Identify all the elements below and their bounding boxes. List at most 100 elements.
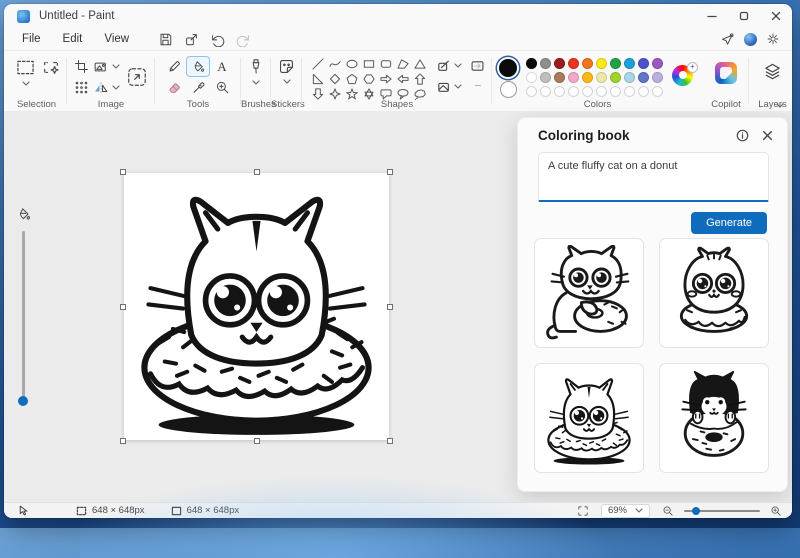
color-swatch[interactable] <box>554 72 565 83</box>
empty-color-slot[interactable] <box>638 86 649 97</box>
canvas[interactable] <box>120 169 393 444</box>
shape-diamond[interactable] <box>329 73 341 85</box>
zoom-slider[interactable] <box>684 506 760 515</box>
stickers-chevron[interactable] <box>282 79 291 84</box>
color-swatch[interactable] <box>582 72 593 83</box>
empty-color-slot[interactable] <box>652 86 663 97</box>
shape-pentagon[interactable] <box>346 73 358 85</box>
resize-handle-sw[interactable] <box>120 438 126 444</box>
remove-background-icon[interactable] <box>42 59 60 76</box>
settings-gear-icon[interactable] <box>766 32 780 46</box>
pencil-tool-icon[interactable] <box>167 59 182 74</box>
crop-icon[interactable] <box>74 59 89 74</box>
color-swatch[interactable] <box>582 58 593 69</box>
empty-color-slot[interactable] <box>540 86 551 97</box>
color-swatch[interactable] <box>568 72 579 83</box>
shape-arrow-down[interactable] <box>312 87 324 100</box>
shape-rectangle[interactable] <box>363 58 375 70</box>
shape-four-point-star[interactable] <box>328 87 341 100</box>
resize-handle-w[interactable] <box>120 303 126 310</box>
zoom-slider-thumb[interactable] <box>692 506 700 515</box>
color-swatch[interactable] <box>540 58 551 69</box>
resize-handle-ne[interactable] <box>387 169 393 175</box>
shape-arrow-left[interactable] <box>396 73 409 85</box>
shape-rounded-callout[interactable] <box>379 88 392 100</box>
send-feedback-icon[interactable] <box>719 32 735 47</box>
minimize-button[interactable] <box>696 4 728 28</box>
flip-control[interactable] <box>93 81 120 95</box>
color-1-swatch[interactable] <box>499 59 517 77</box>
resize-handle-nw[interactable] <box>120 169 126 175</box>
color-swatch[interactable] <box>610 72 621 83</box>
ribbon-collapse-chevron[interactable] <box>776 103 784 108</box>
color-swatch[interactable] <box>638 58 649 69</box>
fit-to-window-icon[interactable] <box>577 505 589 517</box>
rotate-image-control[interactable] <box>93 60 120 74</box>
close-button[interactable] <box>760 4 792 28</box>
share-button[interactable] <box>178 32 204 47</box>
shapes-more-chevron[interactable] <box>474 83 482 88</box>
shape-outline-control[interactable] <box>437 59 462 72</box>
shape-fill-control[interactable] <box>437 80 462 93</box>
brushes-icon[interactable] <box>248 58 264 76</box>
color-swatch[interactable] <box>624 58 635 69</box>
menu-file[interactable]: File <box>13 31 50 47</box>
empty-color-slot[interactable] <box>582 86 593 97</box>
color-swatch[interactable] <box>526 58 537 69</box>
redo-button[interactable] <box>230 32 256 47</box>
menu-edit[interactable]: Edit <box>54 31 92 47</box>
save-button[interactable] <box>152 32 178 47</box>
color-swatch[interactable] <box>540 72 551 83</box>
edit-colors-wheel[interactable]: + <box>672 61 698 89</box>
shape-right-triangle[interactable] <box>312 73 324 85</box>
empty-color-slot[interactable] <box>624 86 635 97</box>
resize-handle-se[interactable] <box>387 438 393 444</box>
slider-thumb[interactable] <box>18 396 28 406</box>
color-swatch[interactable] <box>526 72 537 83</box>
undo-button[interactable] <box>204 32 230 47</box>
color-swatch[interactable] <box>638 72 649 83</box>
fill-tool-selected[interactable] <box>186 56 210 77</box>
canvas-resize-icon[interactable] <box>126 66 148 88</box>
color-swatch[interactable] <box>624 72 635 83</box>
generate-button[interactable]: Generate <box>691 212 767 234</box>
resize-skew-icon[interactable] <box>74 80 89 95</box>
shapes-flyout-icon[interactable] <box>470 59 485 73</box>
rectangle-select-icon[interactable] <box>16 59 35 76</box>
shape-rounded-rectangle[interactable] <box>380 58 392 70</box>
shape-arrow-right[interactable] <box>379 73 392 85</box>
shape-cloud-callout[interactable] <box>413 88 426 100</box>
maximize-button[interactable] <box>728 4 760 28</box>
shape-polygon[interactable] <box>396 58 409 70</box>
shape-line[interactable] <box>311 57 324 70</box>
copilot-button[interactable] <box>715 62 737 84</box>
eraser-tool-icon[interactable] <box>167 80 182 95</box>
empty-color-slot[interactable] <box>596 86 607 97</box>
panel-close-icon[interactable] <box>762 130 773 141</box>
thumbnail-black-cat-behind-donut[interactable] <box>659 363 769 473</box>
brushes-chevron[interactable] <box>252 80 260 85</box>
thumbnail-fluffy-cat-on-donut[interactable] <box>659 238 769 348</box>
color-swatch[interactable] <box>610 58 621 69</box>
empty-color-slot[interactable] <box>610 86 621 97</box>
color-swatch[interactable] <box>652 72 663 83</box>
info-icon[interactable] <box>736 129 749 142</box>
color-swatch[interactable] <box>652 58 663 69</box>
stickers-icon[interactable] <box>278 58 295 75</box>
color-2-swatch[interactable] <box>499 81 517 98</box>
shape-hexagon[interactable] <box>362 73 375 85</box>
empty-color-slot[interactable] <box>554 86 565 97</box>
color-swatch[interactable] <box>596 58 607 69</box>
layers-button[interactable] <box>763 62 782 81</box>
shape-five-point-star[interactable] <box>345 87 358 100</box>
thumbnail-cat-head-in-donut[interactable] <box>534 363 644 473</box>
text-tool-icon[interactable]: A <box>217 59 226 75</box>
color-swatch[interactable] <box>596 72 607 83</box>
prompt-input[interactable]: A cute fluffy cat on a donut <box>538 152 769 202</box>
shape-ellipse[interactable] <box>346 58 358 70</box>
color-picker-icon[interactable] <box>191 80 206 95</box>
menu-view[interactable]: View <box>95 31 138 47</box>
shape-triangle[interactable] <box>413 58 426 70</box>
shape-curve[interactable] <box>328 58 341 70</box>
slider-track[interactable] <box>18 231 28 406</box>
